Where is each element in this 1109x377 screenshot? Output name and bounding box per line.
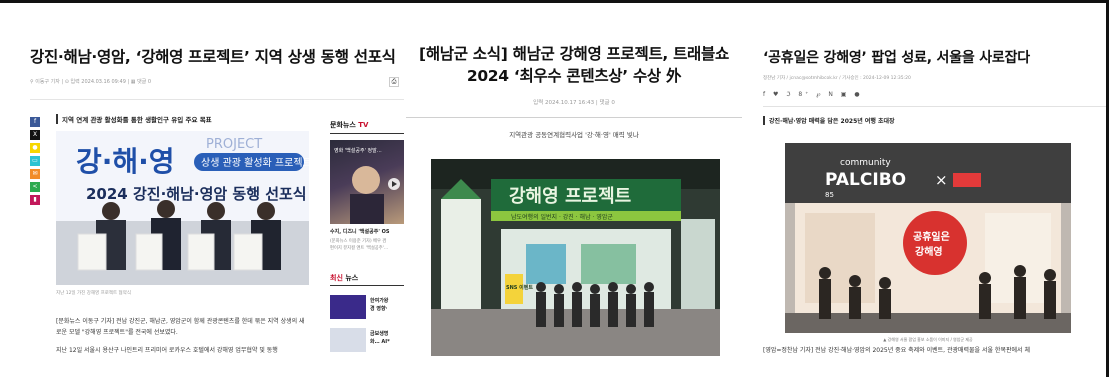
article-subhead: 지역 연계 관광 활성화를 통한 생활인구 유입 주요 목표 (56, 114, 212, 124)
badge-line2-text: 강해영 (915, 245, 943, 258)
bookmark-icon[interactable]: ▮ (30, 195, 40, 205)
article-photo: 강·해·영 PROJECT 상생 관광 활성화 프로젝트 2024 강진·해남·… (56, 131, 309, 285)
facebook-icon[interactable]: f (30, 117, 40, 127)
booth-photo-illustration: 강해영 프로젝트 남도여행의 일번지 · 강진 · 해남 · 영암군 SNS 이… (431, 159, 720, 356)
article-meta: ⚲ 이동구 기자 | ⊙ 입력 2024.03.16 09:49 | ▦ 댓글 … (30, 79, 152, 85)
news-headline[interactable]: 금보생명화… AI* (370, 330, 390, 346)
article-panel-1: 강진·해남·영암, ‘강해영 프로젝트’ 지역 상생 동행 선포식 ⚲ 이동구 … (0, 3, 404, 377)
screenshot-frame: 강진·해남·영암, ‘강해영 프로젝트’ 지역 상생 동행 선포식 ⚲ 이동구 … (0, 0, 1109, 377)
article-title[interactable]: [해남군 소식] 해남군 강해영 프로젝트, 트래블쇼 2024 ‘최우수 콘텐… (406, 43, 742, 87)
booth-sub-text: 남도여행의 일번지 · 강진 · 해남 · 영암군 (511, 213, 613, 221)
sign-palcibo-text: PALCIBO (825, 170, 906, 190)
news-headline-line: 금보생명 (370, 331, 389, 337)
share-icons-row[interactable]: f ♥ ℑ 8⁺ ℘ N ▣ ● (763, 91, 863, 98)
article-body-paragraph: [영암=정찬남 기자] 전남 강진·해남·영암의 2025년 중요 축제와 이벤… (763, 347, 1030, 354)
news-headline-line: 한여가왕 (370, 298, 389, 304)
divider (30, 99, 404, 100)
sns-sign-text: SNS 이벤트 (506, 284, 533, 291)
sidebar-latest-heading[interactable]: 최신 뉴스 (330, 273, 358, 283)
banner-line-text: 2024 강진·해남·영암 동행 선포식 (86, 185, 307, 203)
sidebar-video-desc-line: (문화뉴스 이용준 기자) 배우 겸 (330, 239, 387, 244)
article-subhead: 강진·해남·영암 매력을 담은 2025년 여행 초대장 (763, 116, 895, 125)
email-icon[interactable]: ✉ (30, 169, 40, 179)
article-title-line: 2024 ‘최우수 콘텐츠상’ 수상 外 (466, 67, 682, 85)
sidebar-tv-heading-label: 문화뉴스 (330, 121, 356, 129)
sidebar-video-title[interactable]: 수지, 디즈니 '백설공주' OS (330, 228, 389, 235)
article-meta: 입력 2024.10.17 16:43 | 댓글 0 (533, 100, 615, 106)
ceremony-photo-illustration: 강·해·영 PROJECT 상생 관광 활성화 프로젝트 2024 강진·해남·… (56, 131, 309, 285)
booth-title-text: 강해영 프로젝트 (509, 186, 631, 207)
news-thumbnail[interactable] (330, 328, 366, 352)
latest-news-item[interactable]: 금보생명화… AI* (330, 328, 404, 354)
article-panel-3: ‘공휴일은 강해영’ 팝업 성료, 서울을 사로잡다 정찬남 기자 / jcna… (745, 3, 1106, 377)
sidebar-latest-accent: 최신 (330, 274, 343, 282)
popup-store-illustration: community PALCIBO × 85 공휴일은 강해영 (785, 143, 1071, 333)
article-subhead: 지역관광 공동연계협력사업 '강·해·영' 매력 빛나 (509, 131, 639, 139)
sidebar-video-desc-line: 편이지 뮤지컬 앤트 '백설공주'… (330, 246, 389, 251)
article-meta: 정찬남 기자 / jcnac@sotmhibcok.kr / 기사승인 : 20… (763, 76, 911, 81)
naver-band-icon[interactable]: ▭ (30, 156, 40, 166)
banner-project-text: PROJECT (206, 137, 262, 152)
share-icon[interactable]: < (30, 182, 40, 192)
latest-news-item[interactable]: 한여가왕경 영향· (330, 295, 404, 321)
article-title[interactable]: ‘공휴일은 강해영’ 팝업 성료, 서울을 사로잡다 (763, 47, 1030, 67)
divider (406, 117, 742, 118)
sidebar-divider (330, 133, 404, 134)
sidebar-tv-heading[interactable]: 문화뉴스 TV (330, 120, 368, 130)
divider (763, 106, 1106, 107)
sidebar-video-thumbnail[interactable]: 영화 '백설공주' 정말… (330, 140, 404, 224)
news-headline[interactable]: 한여가왕경 영향· (370, 297, 388, 313)
print-icon[interactable]: ⎙ (389, 77, 399, 87)
badge-line1-text: 공휴일은 (913, 230, 950, 243)
banner-sub-text: 상생 관광 활성화 프로젝트 (201, 156, 309, 169)
sign-community-text: community (840, 158, 891, 168)
share-bar: f X ● ▭ ✉ < ▮ (30, 117, 40, 208)
sidebar-divider (330, 285, 404, 286)
article-body-paragraph: [문화뉴스 이동구 기자] 전남 강진군, 해남군, 영암군이 함께 관광콘텐츠… (56, 318, 305, 336)
kakao-icon[interactable]: ● (30, 143, 40, 153)
sidebar-latest-label: 뉴스 (345, 274, 359, 282)
article-photo: 강해영 프로젝트 남도여행의 일번지 · 강진 · 해남 · 영암군 SNS 이… (431, 159, 720, 356)
article-panel-2: [해남군 소식] 해남군 강해영 프로젝트, 트래블쇼 2024 ‘최우수 콘텐… (406, 3, 742, 377)
news-headline-line: 경 영향· (370, 306, 388, 312)
article-body-paragraph: 지난 12일 서울시 용산구 나인트리 프리미어 로카우스 호텔에서 강해영 업… (56, 347, 278, 354)
sign-number-text: 85 (825, 191, 834, 199)
x-icon[interactable]: X (30, 130, 40, 140)
sign-x-text: × (935, 171, 948, 189)
popup-badge (903, 211, 967, 275)
banner-main-text: 강·해·영 (76, 145, 175, 178)
video-thumb-text: 영화 '백설공주' 정말… (334, 147, 382, 154)
photo-caption: 지난 12일 가진 강해영 프로젝트 협약식 (56, 291, 131, 296)
article-title[interactable]: 강진·해남·영암, ‘강해영 프로젝트’ 지역 상생 동행 선포식 (30, 45, 396, 67)
video-thumb-illustration: 영화 '백설공주' 정말… (334, 147, 400, 224)
article-title-line: [해남군 소식] 해남군 강해영 프로젝트, 트래블쇼 (419, 45, 729, 63)
sidebar-tv-heading-accent: TV (358, 121, 369, 129)
article-photo: community PALCIBO × 85 공휴일은 강해영 (785, 143, 1071, 333)
news-headline-line: 화… AI* (370, 339, 390, 345)
sidebar-video-desc: (문화뉴스 이용준 기자) 배우 겸 편이지 뮤지컬 앤트 '백설공주'… (330, 238, 388, 252)
news-thumbnail[interactable] (330, 295, 366, 319)
photo-caption: ▲ 강해영 서울 팝업 홍보 소품이 이미지 / 영암군 제공 (883, 337, 973, 342)
